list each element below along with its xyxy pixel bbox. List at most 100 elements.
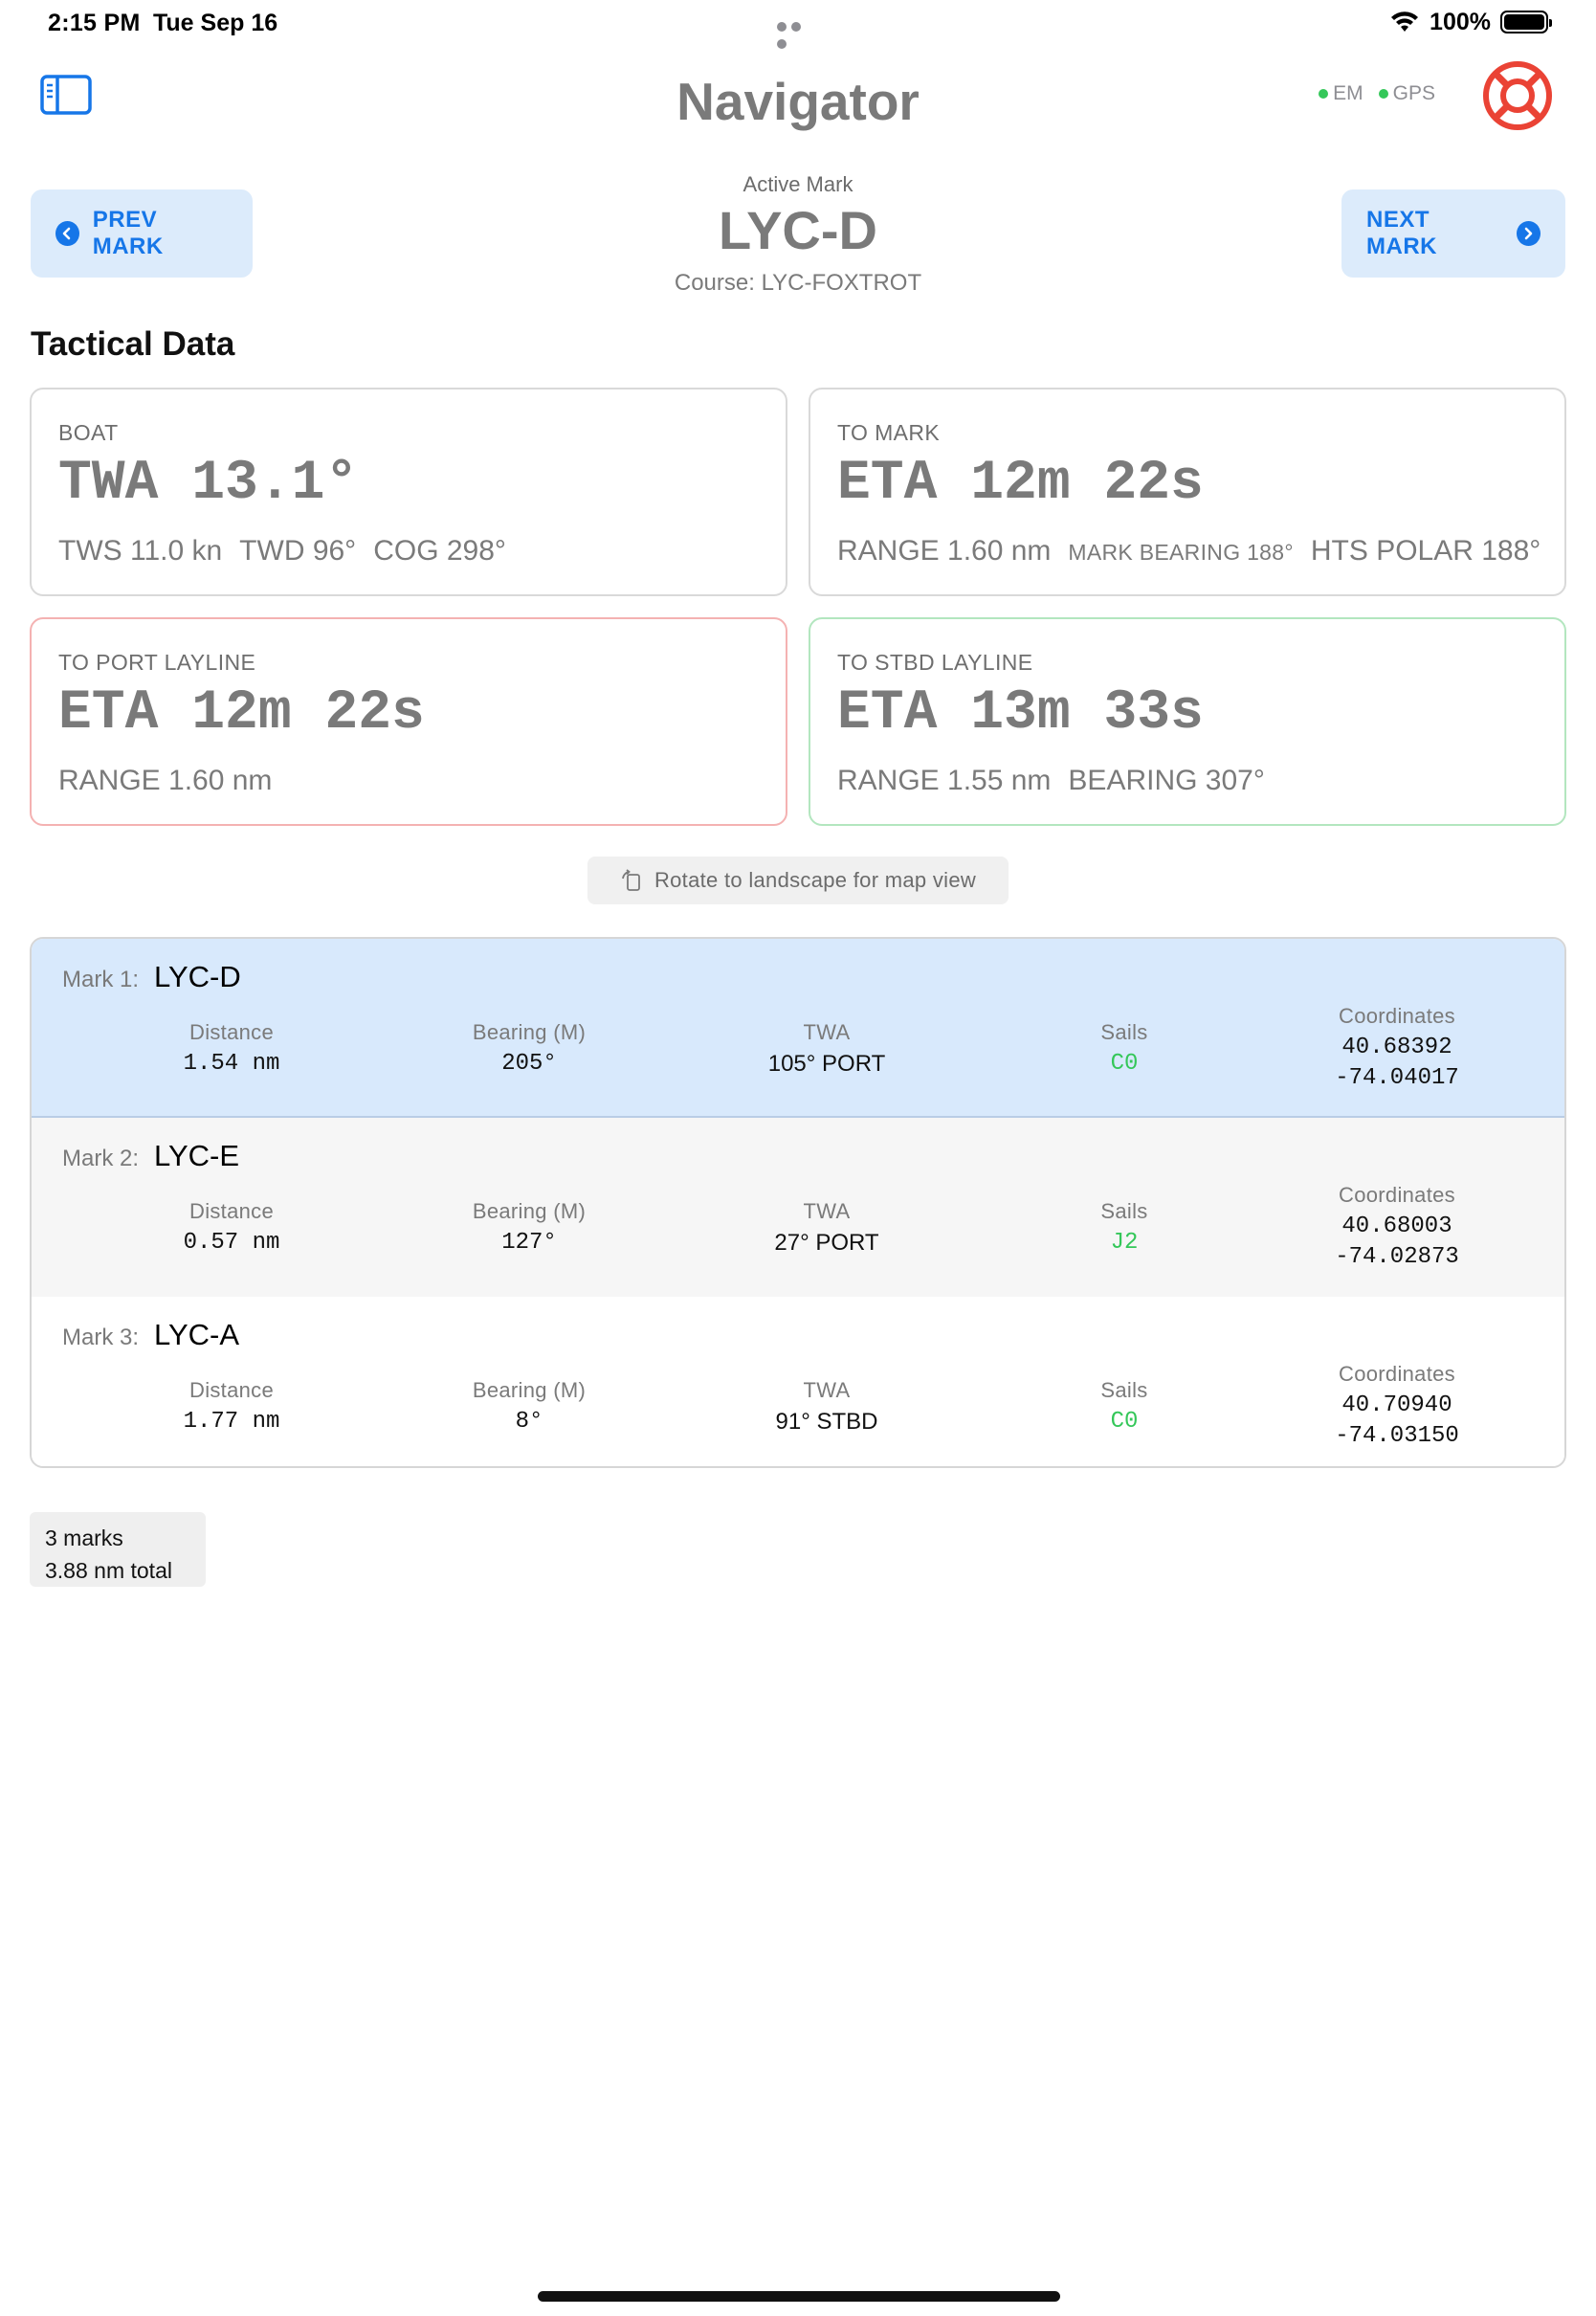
latitude-value: 40.68003 [1341,1214,1452,1239]
coordinates-cell: Coordinates 40.70940 -74.03150 [1249,1362,1545,1452]
bearing-value: 127° [501,1230,557,1256]
coordinates-cell: Coordinates 40.68003 -74.02873 [1249,1183,1545,1273]
boat-details: TWS 11.0 kn TWD 96° COG 298° [58,535,506,568]
boat-twd: TWD 96° [239,535,357,567]
port-layline-range: RANGE 1.60 nm [58,765,273,796]
stbd-layline-card: TO STBD LAYLINE ETA 13m 33s RANGE 1.55 n… [809,617,1566,826]
twa-value: 91° STBD [775,1409,878,1435]
mark-name: LYC-D [154,960,241,993]
column-label: Distance [189,1020,274,1044]
mark-details: RANGE 1.60 nm MARK BEARING 188° HTS POLA… [837,535,1541,568]
twa-cell: TWA 91° STBD [678,1378,975,1436]
sails-value: C0 [1110,1051,1139,1077]
prev-mark-label: PREV MARK [92,207,164,259]
column-label: Bearing (M) [472,1199,587,1223]
sails-value: C0 [1110,1409,1139,1435]
column-label: Coordinates [1339,1362,1455,1386]
sails-cell: Sails C0 [976,1378,1273,1435]
twa-value: 27° PORT [774,1230,879,1256]
mark-range: RANGE 1.60 nm [837,535,1052,567]
distance-cell: Distance 0.57 nm [83,1199,380,1256]
prev-mark-button[interactable]: PREV MARK [31,189,253,278]
status-dot-icon [1378,89,1388,99]
stbd-layline-bearing: BEARING 307° [1068,765,1265,796]
boat-cog: COG 298° [373,535,506,567]
coordinates-cell: Coordinates 40.68392 -74.04017 [1249,1004,1545,1094]
column-label: Bearing (M) [472,1020,587,1044]
mark-index: Mark 2: [62,1146,140,1171]
marks-total-distance: 3.88 nm total [45,1558,172,1583]
longitude-value: -74.03150 [1335,1423,1459,1449]
chevron-left-icon [55,221,79,246]
column-label: Distance [189,1199,274,1223]
column-label: TWA [803,1378,851,1402]
port-layline-card: TO PORT LAYLINE ETA 12m 22s RANGE 1.60 n… [30,617,787,826]
list-item[interactable]: Mark 2: LYC-E Distance 0.57 nm Bearing (… [32,1118,1564,1297]
rotate-hint: Rotate to landscape for map view [587,857,1009,904]
to-mark-card: TO MARK ETA 12m 22s RANGE 1.60 nm MARK B… [809,388,1566,596]
lifebuoy-icon[interactable] [1481,59,1554,132]
twa-cell: TWA 105° PORT [678,1020,975,1078]
mark-header: Mark 1: LYC-D [62,960,241,994]
port-layline-eta: ETA 12m 22s [58,682,425,745]
column-label: Sails [1100,1199,1148,1223]
battery-percent: 100% [1430,8,1491,35]
card-label: TO PORT LAYLINE [58,650,256,675]
latitude-value: 40.68392 [1341,1035,1452,1060]
distance-cell: Distance 1.54 nm [83,1020,380,1077]
twa-value: 105° PORT [767,1051,886,1077]
longitude-value: -74.04017 [1335,1065,1459,1091]
latitude-value: 40.70940 [1341,1392,1452,1418]
mark-name: LYC-E [154,1139,240,1172]
column-label: Sails [1100,1020,1148,1044]
distance-value: 1.54 nm [183,1051,280,1077]
bearing-cell: Bearing (M) 127° [381,1199,677,1256]
boat-tws: TWS 11.0 kn [58,535,223,567]
chevron-right-icon [1516,221,1541,246]
longitude-value: -74.02873 [1335,1244,1459,1270]
status-right: 100% [1389,8,1552,36]
mark-index: Mark 3: [62,1325,140,1350]
distance-value: 1.77 nm [183,1409,280,1435]
gps-indicator: GPS [1378,82,1435,105]
next-mark-button[interactable]: NEXT MARK [1341,189,1565,278]
column-label: Coordinates [1339,1183,1455,1207]
mark-index: Mark 1: [62,967,140,992]
card-label: BOAT [58,420,119,445]
column-label: Bearing (M) [472,1378,587,1402]
bearing-value: 205° [501,1051,557,1077]
status-time: 2:15 PM [48,10,141,36]
sails-cell: Sails C0 [976,1020,1273,1077]
distance-cell: Distance 1.77 nm [83,1378,380,1435]
port-layline-details: RANGE 1.60 nm [58,765,272,797]
sails-cell: Sails J2 [976,1199,1273,1256]
column-label: Coordinates [1339,1004,1455,1028]
next-mark-label: NEXT MARK [1366,207,1437,259]
rotate-device-icon [622,869,640,891]
boat-card: BOAT TWA 13.1° TWS 11.0 kn TWD 96° COG 2… [30,388,787,596]
list-item[interactable]: Mark 1: LYC-D Distance 1.54 nm Bearing (… [32,939,1564,1118]
marks-list: Mark 1: LYC-D Distance 1.54 nm Bearing (… [30,937,1566,1468]
section-title: Tactical Data [31,325,235,363]
mark-eta: ETA 12m 22s [837,453,1204,515]
gps-label: GPS [1392,82,1435,104]
mark-name: LYC-A [154,1318,240,1351]
status-bar: 2:15 PM Tue Sep 16 100% [0,0,1596,49]
sails-value: J2 [1110,1230,1139,1256]
connection-indicators: EM GPS [1319,82,1435,105]
list-item[interactable]: Mark 3: LYC-A Distance 1.77 nm Bearing (… [32,1297,1564,1466]
distance-value: 0.57 nm [183,1230,280,1256]
bearing-value: 8° [515,1409,543,1435]
bearing-cell: Bearing (M) 205° [381,1020,677,1077]
home-indicator[interactable] [538,2291,1060,2302]
mark-header: Mark 3: LYC-A [62,1318,239,1352]
card-label: TO MARK [837,420,941,445]
status-dot-icon [1319,89,1329,99]
stbd-layline-range: RANGE 1.55 nm [837,765,1052,796]
multitasking-dots-icon[interactable] [777,19,819,49]
column-label: TWA [803,1020,851,1044]
column-label: Sails [1100,1378,1148,1402]
stbd-layline-eta: ETA 13m 33s [837,682,1204,745]
mark-header: Mark 2: LYC-E [62,1139,239,1173]
mark-bearing: MARK BEARING 188° [1068,540,1294,565]
